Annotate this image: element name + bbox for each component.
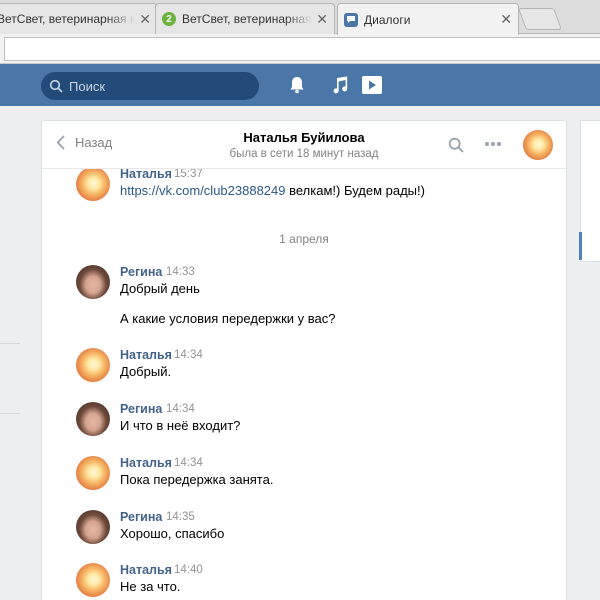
contact-avatar[interactable] xyxy=(523,130,553,160)
green-2-icon: 2 xyxy=(162,12,176,26)
girl-avatar[interactable] xyxy=(76,402,110,436)
message-text: Хорошо, спасибо xyxy=(120,526,225,541)
search-input[interactable]: Поиск xyxy=(41,72,259,100)
sender-name[interactable]: Регина xyxy=(120,510,162,524)
message-time: 14:34 xyxy=(174,457,203,469)
dialog-panel: Назад Наталья Буйилова была в сети 18 ми… xyxy=(41,120,567,600)
tab-title: ВетСвет, ветеринарная клиника xyxy=(182,12,312,26)
girl-avatar[interactable] xyxy=(76,510,110,544)
browser-tab-1[interactable]: ВетСвет, ветеринарная клиника ✕ xyxy=(0,3,158,34)
message-text-tail: велкам!) Будем рады!) xyxy=(289,183,425,198)
message-text: И что в неё входит? xyxy=(120,418,241,433)
bell-icon[interactable] xyxy=(289,76,305,94)
close-icon[interactable]: ✕ xyxy=(500,11,512,28)
club-link[interactable]: https://vk.com/club23888249 xyxy=(120,183,286,198)
right-sidebar xyxy=(580,120,600,262)
browser-tab-bar: ВетСвет, ветеринарная клиника ✕ 2 ВетСве… xyxy=(0,0,600,35)
message-text: Добрый день xyxy=(120,281,200,296)
left-divider xyxy=(0,413,20,414)
sender-name[interactable]: Регина xyxy=(120,402,162,416)
message-time: 14:34 xyxy=(166,403,195,415)
message-text: Пока передержка занята. xyxy=(120,472,274,487)
url-field[interactable] xyxy=(4,37,600,61)
more-options-icon[interactable] xyxy=(484,141,502,147)
search-icon xyxy=(49,79,63,93)
address-bar xyxy=(0,34,600,64)
dialog-header: Назад Наталья Буйилова была в сети 18 ми… xyxy=(42,121,566,169)
close-icon[interactable]: ✕ xyxy=(139,11,151,28)
message-text: Не за что. xyxy=(120,579,181,594)
message-time: 15:37 xyxy=(174,168,203,180)
active-dialog-marker xyxy=(579,232,582,260)
sunset-avatar[interactable] xyxy=(76,456,110,490)
online-status: была в сети 18 минут назад xyxy=(229,148,379,160)
message-time: 14:33 xyxy=(166,266,195,278)
girl-avatar[interactable] xyxy=(76,265,110,299)
tab-title: ВетСвет, ветеринарная клиника xyxy=(0,12,136,26)
search-icon[interactable] xyxy=(448,137,464,153)
tab-title: Диалоги xyxy=(364,12,411,27)
search-placeholder: Поиск xyxy=(69,78,106,94)
sunset-avatar[interactable] xyxy=(76,348,110,382)
play-icon[interactable] xyxy=(361,75,383,95)
music-note-icon[interactable] xyxy=(332,76,348,94)
sender-name[interactable]: Наталья xyxy=(120,563,172,577)
message-time: 14:34 xyxy=(174,349,203,361)
sender-name[interactable]: Регина xyxy=(120,265,162,279)
sunset-avatar[interactable] xyxy=(76,167,110,201)
sender-name[interactable]: Наталья xyxy=(120,456,172,470)
vk-header: Поиск xyxy=(0,64,600,106)
message-text: https://vk.com/club23888249 велкам!) Буд… xyxy=(120,183,425,198)
left-divider xyxy=(0,343,20,344)
sender-name[interactable]: Наталья xyxy=(120,167,172,181)
new-tab-button[interactable] xyxy=(517,8,563,30)
sunset-avatar[interactable] xyxy=(76,563,110,597)
vk-dialog-icon xyxy=(344,12,358,27)
date-separator: 1 апреля xyxy=(279,232,329,246)
message-text: Добрый. xyxy=(120,364,172,379)
browser-tab-2[interactable]: 2 ВетСвет, ветеринарная клиника ✕ xyxy=(155,3,335,34)
sender-name[interactable]: Наталья xyxy=(120,348,172,362)
message-time: 14:40 xyxy=(174,564,203,576)
message-text: А какие условия передержки у вас? xyxy=(120,311,336,326)
browser-tab-3[interactable]: Диалоги ✕ xyxy=(337,3,519,35)
message-time: 14:35 xyxy=(166,511,195,523)
close-icon[interactable]: ✕ xyxy=(316,11,328,28)
